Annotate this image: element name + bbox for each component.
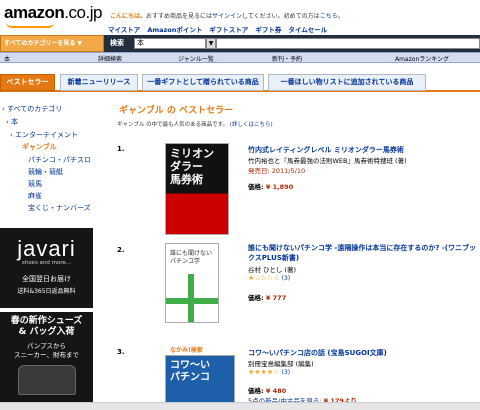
logo-smile-icon (6, 22, 54, 28)
javari-tagline: shoes and more... (21, 260, 72, 266)
page-subtitle: ギャンブル の中で最も人気のある商品です。 (詳しくはこちら) (117, 122, 273, 128)
spring-shoes-ad-banner[interactable]: 春の新作シューズ & バッグ入荷 パンプスから スニーカー、財布まで (0, 312, 93, 410)
sidebar-item-gambling: ギャンブル (22, 143, 57, 151)
sidebar-item-keirin[interactable]: 競輪・競艇 (28, 167, 63, 177)
tab-most-wished[interactable]: 一番ほしい物リストに追加されている商品 (268, 74, 426, 91)
points-link[interactable]: Amazonポイント (147, 26, 202, 34)
product-date-1: 発売日: 2011/5/10 (248, 167, 306, 175)
sidebar-item-keiba[interactable]: 競馬 (28, 179, 42, 189)
bag-image (17, 365, 76, 395)
gift-store-link[interactable]: ギフトストア (209, 26, 248, 34)
my-store-link[interactable]: マイストア (108, 26, 140, 34)
javari-ad-banner[interactable]: javari shoes and more... 全国翌日お届け 送料&365日… (0, 228, 93, 308)
javari-logo: javari (17, 236, 76, 261)
sidebar-item-pachinko[interactable]: パチンコ・パチスロ (28, 155, 91, 165)
spring-ad-heading2: & バッグ入荷 (18, 327, 75, 337)
rank-number: 1. (117, 145, 125, 153)
all-categories-button[interactable]: すべてのカテゴリーを見る ▼ (0, 35, 104, 52)
product-title-2[interactable]: 誰にも聞けないパチンコ学 -遠隔操作は本当に存在するのか? -(ワニブックスPL… (248, 243, 478, 263)
time-sale-link[interactable]: タイムセール (288, 26, 327, 34)
horizontal-scrollbar[interactable] (0, 402, 480, 410)
nav-genre-list[interactable]: ジャンル一覧 (178, 54, 214, 63)
spring-ad-body1: パンプスから (26, 342, 67, 350)
chevron-down-icon[interactable]: ▼ (206, 38, 216, 49)
rating-stars-2[interactable]: ★☆☆☆☆ (3) (248, 274, 290, 282)
amazon-logo[interactable]: amazon.co.jp (4, 3, 102, 23)
tab-most-gifted[interactable]: 一番ギフトとして贈られている商品 (142, 74, 264, 91)
search-input[interactable] (216, 38, 480, 49)
rating-stars-3[interactable]: ★★★★☆ (3) (248, 368, 290, 376)
signin-link[interactable]: サインイン (212, 13, 242, 20)
rank-number: 3. (117, 348, 125, 356)
product-price-2: 価格: ¥ 777 (248, 294, 287, 302)
top-links: マイストア Amazonポイント ギフトストア ギフト券 タイムセール (108, 24, 334, 34)
gift-card-link[interactable]: ギフト券 (255, 26, 281, 34)
spring-ad-heading1: 春の新作シューズ (10, 316, 83, 326)
nav-advanced-search[interactable]: 詳細検索 (98, 54, 122, 63)
nav-new-releases[interactable]: 新刊・予約 (272, 54, 302, 63)
details-link[interactable]: 詳しくはこちら (232, 122, 271, 128)
javari-ad-line1: 全国翌日お届け (22, 275, 71, 283)
product-title-3[interactable]: コワ〜いパチンコ店の話 (宝島SUGOI文庫) (248, 348, 387, 358)
product-author-2: 谷村 ひとし (著) (248, 266, 297, 274)
sidebar-item-all-categories[interactable]: ‹ すべてのカテゴリ (2, 104, 62, 114)
look-inside-badge[interactable]: なかみ!検索 (170, 345, 203, 354)
sidebar-item-mahjong[interactable]: 麻雀 (28, 191, 42, 201)
page-title: ギャンブル の ベストセラー (119, 106, 234, 116)
product-author-1: 竹内裕也と『馬券最強の法則WEB』馬券術特捜班 (著) (248, 157, 407, 165)
product-price-1: 価格: ¥ 1,890 (248, 183, 294, 191)
book-cover-2[interactable]: 誰にも聞けない パチンコ学 (165, 243, 219, 323)
search-scope-select[interactable]: 本 (134, 38, 206, 49)
rank-number: 2. (117, 246, 125, 254)
tab-new-releases[interactable]: 新着ニューリリース (60, 74, 138, 91)
product-price-3: 価格: ¥ 480 (248, 387, 287, 395)
sidebar-item-books[interactable]: ‹ 本 (6, 117, 18, 127)
here-link[interactable]: こちら (320, 13, 338, 20)
nav-ranking[interactable]: Amazonランキング (395, 54, 449, 63)
product-author-3: 別冊宝島編集部 (編集) (248, 360, 314, 368)
book-cover-1[interactable]: ミリオン ダラー 馬券術 (165, 143, 229, 235)
sidebar-item-lottery[interactable]: 宝くじ・ナンバーズ (28, 203, 91, 213)
tab-bestsellers[interactable]: ベストセラー (0, 74, 55, 91)
javari-ad-line2: 送料&365日返品無料 (17, 288, 76, 295)
sidebar-item-entertainment[interactable]: ‹ エンターテイメント (10, 130, 78, 140)
search-label: 検索 (110, 39, 124, 47)
greeting-text: こんにちは。おすすめ商品を見るにはサインインしてください。初めての方はこちら。 (110, 13, 344, 20)
nav-books[interactable]: 本 (4, 54, 10, 63)
product-title-1[interactable]: 竹内式レイティングレベル ミリオンダラー馬券術 (248, 145, 404, 155)
spring-ad-body2: スニーカー、財布まで (14, 351, 79, 359)
